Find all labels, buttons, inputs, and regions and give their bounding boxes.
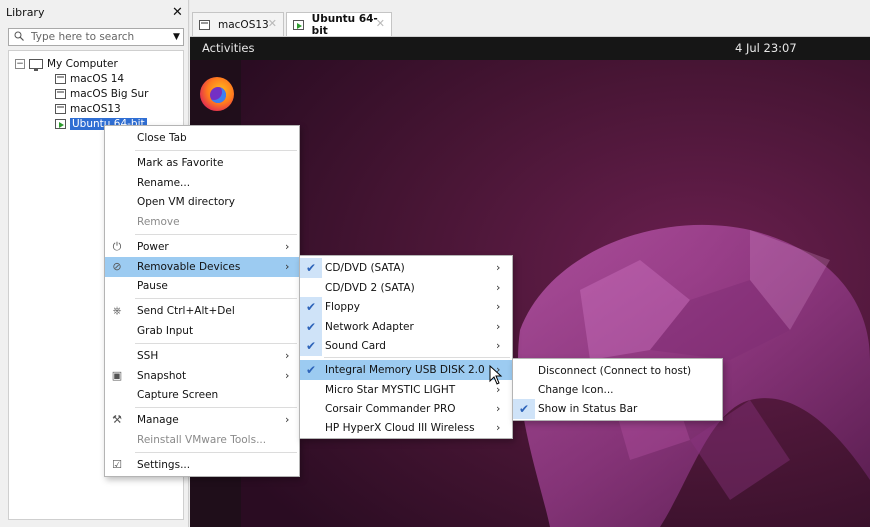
menu-item-rename[interactable]: Rename... <box>105 173 299 193</box>
tree-item-label: macOS13 <box>70 103 121 115</box>
chevron-down-icon[interactable]: ▼ <box>173 32 180 42</box>
menu-item-send-ctrl-alt-del[interactable]: ⎈ Send Ctrl+Alt+Del <box>105 301 299 321</box>
menu-item-snapshot[interactable]: ▣ Snapshot › <box>105 366 299 386</box>
chevron-right-icon: › <box>285 240 290 253</box>
chevron-right-icon: › <box>496 281 501 294</box>
snapshot-icon: ▣ <box>111 369 123 382</box>
running-vm-icon <box>55 119 66 129</box>
menu-item-ssh[interactable]: SSH › <box>105 346 299 366</box>
chevron-right-icon: › <box>496 421 501 434</box>
running-vm-icon <box>293 19 304 30</box>
menu-separator <box>135 150 297 151</box>
send-keys-icon: ⎈ <box>112 304 122 317</box>
mouse-cursor-icon <box>489 365 503 385</box>
menu-item-capture-screen[interactable]: Capture Screen <box>105 385 299 405</box>
vm-icon <box>55 89 66 99</box>
chevron-right-icon: › <box>285 260 290 273</box>
menu-item-reinstall-vmware-tools[interactable]: Reinstall VMware Tools... <box>105 430 299 450</box>
menu-item-corsair-commander-pro[interactable]: Corsair Commander PRO › <box>300 399 512 419</box>
library-header: Library ✕ <box>0 0 189 26</box>
gnome-top-bar: Activities 4 Jul 23:07 <box>190 37 870 60</box>
close-icon[interactable]: ✕ <box>172 5 183 20</box>
tree-item-macos-big-sur[interactable]: macOS Big Sur <box>55 87 148 101</box>
tree-item-label: macOS 14 <box>70 73 125 85</box>
checkmark-icon: ✔ <box>305 363 317 377</box>
tree-item-macos13[interactable]: macOS13 <box>55 102 121 116</box>
computer-icon <box>29 59 43 71</box>
checkmark-icon: ✔ <box>300 336 322 356</box>
firefox-icon[interactable] <box>200 77 234 111</box>
chevron-right-icon: › <box>496 339 501 352</box>
checkmark-icon: ✔ <box>300 258 322 278</box>
menu-item-mark-as-favorite[interactable]: Mark as Favorite <box>105 153 299 173</box>
menu-item-cd-dvd-2-sata[interactable]: CD/DVD 2 (SATA) › <box>300 278 512 298</box>
vm-icon <box>55 104 66 114</box>
tab-label: macOS13 <box>218 18 269 31</box>
close-icon[interactable]: ✕ <box>268 17 277 30</box>
tree-item-label: My Computer <box>47 58 118 70</box>
tree-item-macos-14[interactable]: macOS 14 <box>55 72 124 86</box>
search-input[interactable] <box>31 30 159 44</box>
menu-item-manage[interactable]: ⚒ Manage › <box>105 410 299 430</box>
menu-item-micro-star-mystic-light[interactable]: Micro Star MYSTIC LIGHT › <box>300 380 512 400</box>
chevron-right-icon: › <box>496 320 501 333</box>
chevron-right-icon: › <box>496 300 501 313</box>
menu-item-remove[interactable]: Remove <box>105 212 299 232</box>
chevron-right-icon: › <box>496 261 501 274</box>
menu-item-network-adapter[interactable]: ✔ Network Adapter › <box>300 317 512 337</box>
tree-item-label: macOS Big Sur <box>70 88 149 100</box>
menu-item-cd-dvd-sata[interactable]: ✔ CD/DVD (SATA) › <box>300 258 512 278</box>
menu-separator <box>135 298 297 299</box>
checkmark-icon: ✔ <box>300 317 322 337</box>
removable-devices-icon: ⊘ <box>112 260 122 273</box>
activities-button[interactable]: Activities <box>202 41 254 55</box>
library-search-box[interactable]: ▼ <box>8 28 184 46</box>
menu-item-close-tab[interactable]: Close Tab <box>105 128 299 148</box>
vm-context-menu: Close Tab Mark as Favorite Rename... Ope… <box>104 125 300 477</box>
menu-item-floppy[interactable]: ✔ Floppy › <box>300 297 512 317</box>
menu-item-sound-card[interactable]: ✔ Sound Card › <box>300 336 512 356</box>
collapse-icon[interactable]: − <box>15 59 25 69</box>
wrench-icon: ⚒ <box>112 413 122 426</box>
menu-item-settings[interactable]: ☑ Settings... <box>105 455 299 475</box>
menu-item-grab-input[interactable]: Grab Input <box>105 321 299 341</box>
menu-item-open-vm-directory[interactable]: Open VM directory <box>105 192 299 212</box>
tab-macos13[interactable]: macOS13 ✕ <box>192 12 284 36</box>
menu-item-pause[interactable]: Pause <box>105 276 299 296</box>
menu-separator <box>324 357 510 358</box>
chevron-right-icon: › <box>496 402 501 415</box>
chevron-right-icon: › <box>285 369 290 382</box>
menu-item-show-in-status-bar[interactable]: ✔ Show in Status Bar <box>513 399 722 419</box>
checkmark-icon: ✔ <box>300 297 322 317</box>
settings-icon: ☑ <box>112 458 122 471</box>
chevron-right-icon: › <box>285 413 290 426</box>
menu-separator <box>135 407 297 408</box>
menu-separator <box>135 343 297 344</box>
tab-ubuntu-64-bit[interactable]: Ubuntu 64-bit ✕ <box>286 12 392 37</box>
removable-devices-submenu: ✔ CD/DVD (SATA) › CD/DVD 2 (SATA) › ✔ Fl… <box>299 255 513 439</box>
menu-item-change-icon[interactable]: Change Icon... <box>513 380 722 400</box>
menu-item-power[interactable]: ⏻ Power › <box>105 237 299 257</box>
vm-icon <box>55 74 66 84</box>
close-icon[interactable]: ✕ <box>376 17 385 30</box>
menu-item-removable-devices[interactable]: ⊘ Removable Devices › <box>105 257 299 277</box>
chevron-right-icon: › <box>285 349 290 362</box>
menu-item-hp-hyperx-cloud-iii[interactable]: HP HyperX Cloud III Wireless › <box>300 418 512 438</box>
tab-bar: macOS13 ✕ Ubuntu 64-bit ✕ <box>190 0 870 37</box>
checkmark-icon: ✔ <box>513 399 535 419</box>
power-icon: ⏻ <box>112 240 122 253</box>
usb-device-submenu: Disconnect (Connect to host) Change Icon… <box>512 358 723 421</box>
menu-separator <box>135 452 297 453</box>
vm-icon <box>199 19 210 30</box>
clock[interactable]: 4 Jul 23:07 <box>735 41 797 55</box>
search-icon <box>14 31 24 41</box>
menu-separator <box>135 234 297 235</box>
tree-item-my-computer[interactable]: − My Computer <box>15 57 118 71</box>
library-title: Library <box>6 6 45 19</box>
menu-item-integral-memory-usb-disk[interactable]: ✔ Integral Memory USB DISK 2.0 › <box>300 360 512 380</box>
menu-item-disconnect[interactable]: Disconnect (Connect to host) <box>513 361 722 381</box>
